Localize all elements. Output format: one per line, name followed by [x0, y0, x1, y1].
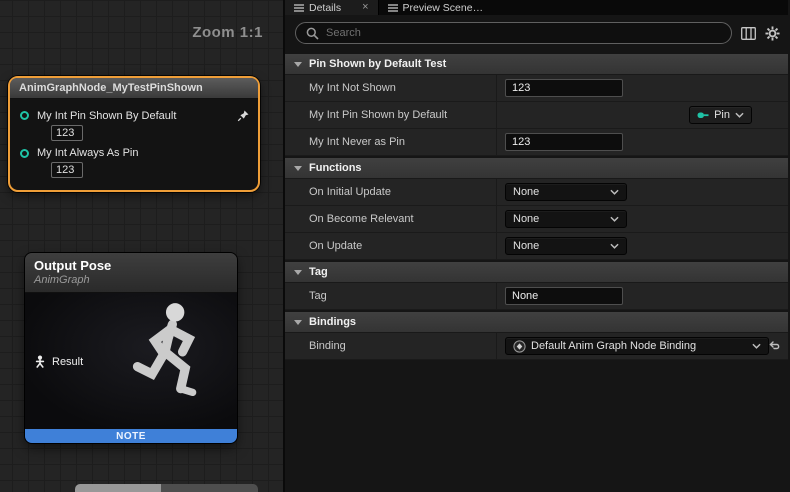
section-pin-shown-by-default-test[interactable]: Pin Shown by Default Test: [285, 54, 788, 75]
display-filter-icon[interactable]: [741, 27, 756, 40]
int-pin-icon[interactable]: [20, 149, 29, 158]
close-tab-icon[interactable]: ×: [362, 2, 368, 13]
tab-label: Details: [309, 2, 341, 14]
property-row-my-int-pin-shown-by-default: My Int Pin Shown by Default Pin: [285, 102, 788, 129]
tab-preview-scene[interactable]: Preview Scene…: [379, 0, 493, 15]
result-pin-label: Result: [52, 356, 83, 368]
details-panel: Details × Preview Scene…: [285, 0, 788, 492]
tag-input[interactable]: [505, 287, 623, 305]
dropdown-value: Pin: [714, 109, 730, 121]
chevron-down-icon: [752, 343, 761, 349]
property-grid: Pin Shown by Default Test My Int Not Sho…: [285, 52, 788, 492]
reset-to-default-icon[interactable]: [769, 341, 781, 352]
chevron-down-icon: [294, 166, 302, 171]
search-box[interactable]: [295, 22, 732, 44]
binding-dropdown[interactable]: Default Anim Graph Node Binding: [505, 337, 769, 355]
tab-details[interactable]: Details ×: [285, 0, 379, 15]
section-title: Functions: [309, 162, 362, 174]
node-title[interactable]: AnimGraphNode_MyTestPinShown: [10, 78, 258, 99]
property-row-binding: Binding Default Anim Graph Node Binding: [285, 333, 788, 360]
details-tab-icon: [294, 3, 304, 13]
pin-toggle-icon[interactable]: [237, 109, 250, 122]
property-label: My Int Pin Shown by Default: [285, 102, 497, 128]
property-row-my-int-never-as-pin: My Int Never as Pin: [285, 129, 788, 156]
partial-node-header[interactable]: [75, 484, 161, 492]
section-title: Bindings: [309, 316, 356, 328]
property-row-on-become-relevant: On Become Relevant None: [285, 206, 788, 233]
anim-graph-canvas[interactable]: Zoom 1:1 AnimGraphNode_MyTestPinShown My…: [0, 0, 285, 492]
search-icon: [306, 27, 319, 40]
on-update-dropdown[interactable]: None: [505, 237, 627, 255]
property-label: My Int Never as Pin: [285, 129, 497, 155]
details-toolbar: [285, 15, 788, 52]
dropdown-value: Default Anim Graph Node Binding: [531, 340, 696, 352]
pin-value-field[interactable]: 123: [51, 125, 83, 141]
app-window: Zoom 1:1 AnimGraphNode_MyTestPinShown My…: [0, 0, 790, 492]
property-row-tag: Tag: [285, 283, 788, 310]
chevron-down-icon: [735, 112, 744, 118]
search-input[interactable]: [326, 27, 721, 39]
property-label: On Initial Update: [285, 179, 497, 205]
node-note-bar[interactable]: NOTE: [25, 429, 237, 443]
gear-icon[interactable]: [765, 26, 780, 41]
int-pin-icon[interactable]: [20, 111, 29, 120]
output-pose-node[interactable]: Output Pose AnimGraph: [25, 253, 237, 443]
pin-label: My Int Pin Shown By Default: [37, 110, 176, 122]
property-label: My Int Not Shown: [285, 75, 497, 101]
mannequin-figure: [123, 293, 231, 431]
partial-node-header[interactable]: [161, 484, 258, 492]
property-label: Tag: [285, 283, 497, 309]
on-become-relevant-dropdown[interactable]: None: [505, 210, 627, 228]
node-subtitle: AnimGraph: [34, 274, 228, 286]
dropdown-value: None: [513, 186, 539, 198]
binding-icon: [513, 340, 526, 353]
pin-label: My Int Always As Pin: [37, 147, 138, 159]
property-row-my-int-not-shown: My Int Not Shown: [285, 75, 788, 102]
section-bindings[interactable]: Bindings: [285, 312, 788, 333]
property-label: On Update: [285, 233, 497, 259]
my-int-never-as-pin-input[interactable]: [505, 133, 623, 151]
chevron-down-icon: [294, 320, 302, 325]
node-header[interactable]: Output Pose AnimGraph: [25, 253, 237, 293]
on-initial-update-dropdown[interactable]: None: [505, 183, 627, 201]
node-title: Output Pose: [34, 258, 228, 273]
section-tag[interactable]: Tag: [285, 262, 788, 283]
anim-graph-test-node[interactable]: AnimGraphNode_MyTestPinShown My Int Pin …: [8, 76, 260, 192]
preview-scene-tab-icon: [388, 3, 398, 13]
panel-tab-bar: Details × Preview Scene…: [285, 0, 788, 15]
chevron-down-icon: [610, 216, 619, 222]
property-label: On Become Relevant: [285, 206, 497, 232]
pin-icon: [697, 111, 709, 120]
section-title: Tag: [309, 266, 328, 278]
zoom-indicator: Zoom 1:1: [192, 24, 263, 41]
dropdown-value: None: [513, 213, 539, 225]
property-row-on-initial-update: On Initial Update None: [285, 179, 788, 206]
my-int-not-shown-input[interactable]: [505, 79, 623, 97]
chevron-down-icon: [294, 62, 302, 67]
property-row-on-update: On Update None: [285, 233, 788, 260]
pose-preview-thumbnail: Result: [25, 293, 237, 429]
dropdown-value: None: [513, 240, 539, 252]
section-functions[interactable]: Functions: [285, 158, 788, 179]
chevron-down-icon: [610, 243, 619, 249]
pin-visibility-dropdown[interactable]: Pin: [689, 106, 752, 124]
pose-pin-icon[interactable]: [34, 355, 46, 368]
chevron-down-icon: [294, 270, 302, 275]
tab-label: Preview Scene…: [403, 2, 484, 14]
property-label: Binding: [285, 333, 497, 359]
section-title: Pin Shown by Default Test: [309, 58, 446, 70]
pin-value-field[interactable]: 123: [51, 162, 83, 178]
chevron-down-icon: [610, 189, 619, 195]
